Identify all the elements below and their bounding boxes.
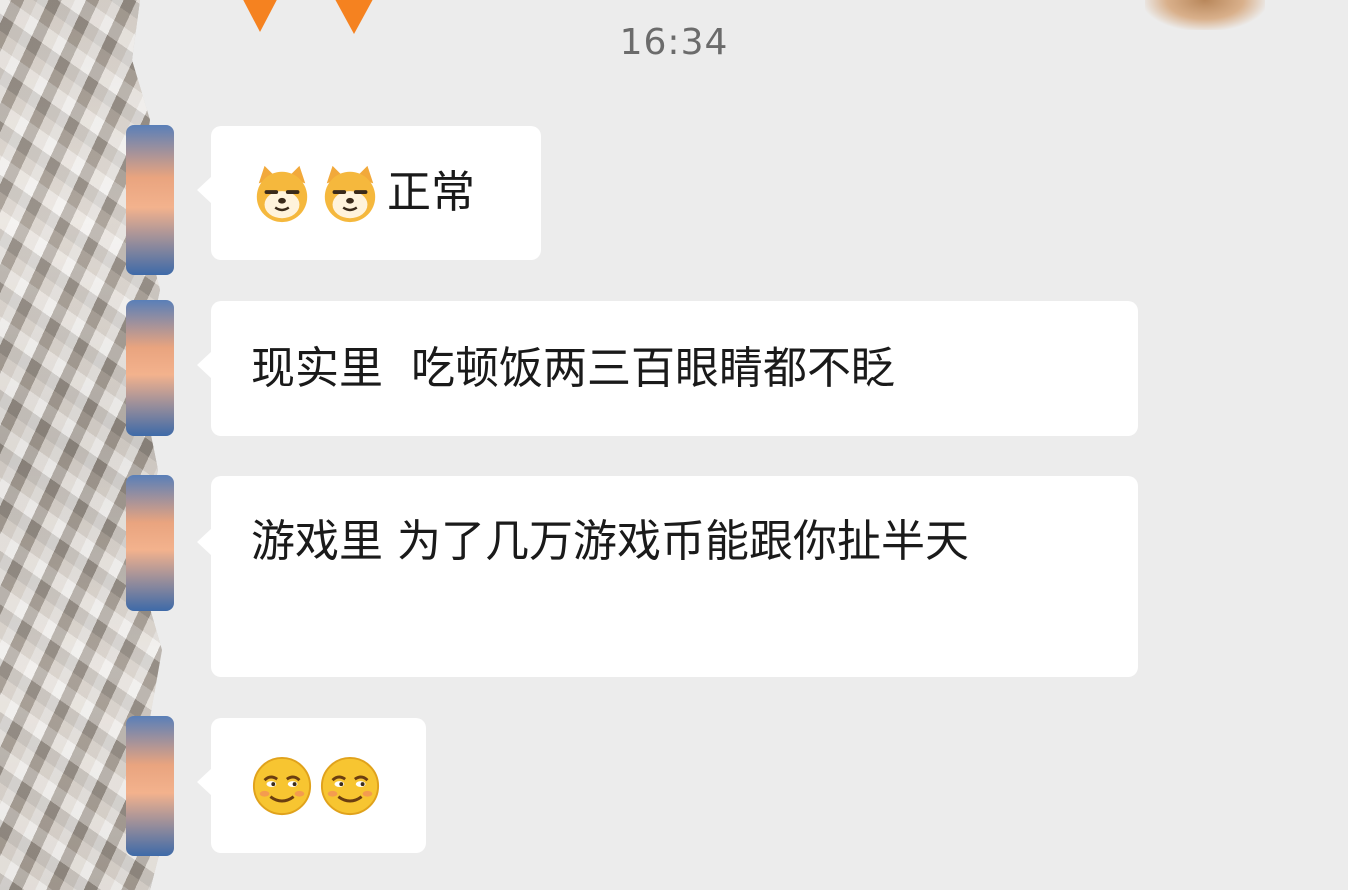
sender-avatar[interactable]	[126, 300, 174, 436]
sender-avatar[interactable]	[126, 716, 174, 856]
message-bubble[interactable]: 正常	[197, 126, 541, 260]
message-bubble[interactable]	[197, 718, 426, 853]
doge-emoji-icon	[256, 165, 308, 223]
message-timestamp: 16:34	[619, 22, 729, 63]
message-text: 现实里 吃顿饭两三百眼睛都不眨	[251, 342, 895, 394]
chat-area: 16:34 正常 现实里 吃顿饭两三百眼睛都不眨 游戏里 为了几万游戏币能跟你扯…	[0, 0, 1348, 890]
smirk-emoji-icon	[320, 756, 380, 815]
smirk-emoji-icon	[252, 756, 312, 815]
message-bubble[interactable]: 游戏里 为了几万游戏币能跟你扯半天	[197, 476, 1138, 677]
message-bubble[interactable]: 现实里 吃顿饭两三百眼睛都不眨	[197, 301, 1138, 436]
message-text: 游戏里 为了几万游戏币能跟你扯半天	[251, 516, 969, 567]
sender-avatar[interactable]	[126, 475, 174, 611]
doge-emoji-icon	[324, 165, 376, 223]
message-text: 正常	[387, 167, 475, 218]
sender-avatar[interactable]	[126, 125, 174, 275]
